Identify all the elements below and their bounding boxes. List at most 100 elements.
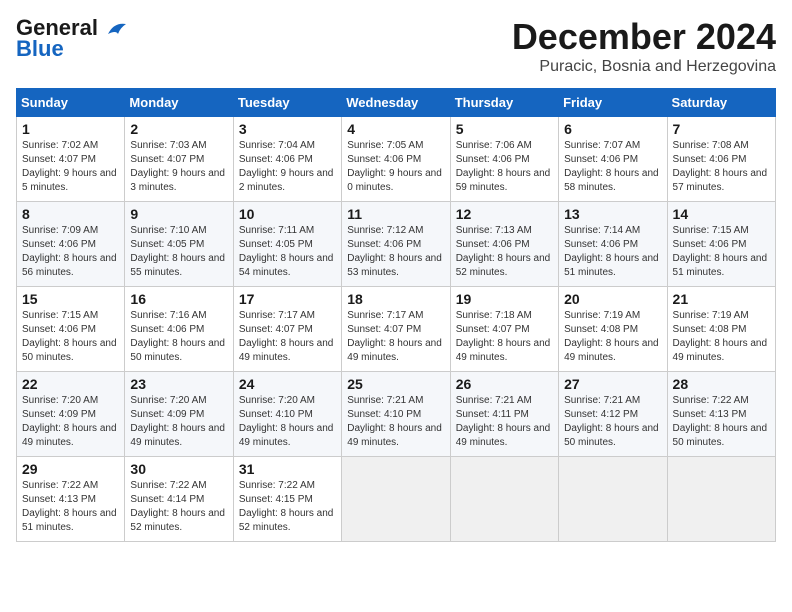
calendar-cell: 29 Sunrise: 7:22 AM Sunset: 4:13 PM Dayl… [17, 457, 125, 542]
day-number: 19 [456, 291, 553, 307]
week-row-3: 15 Sunrise: 7:15 AM Sunset: 4:06 PM Dayl… [17, 287, 776, 372]
calendar-cell: 9 Sunrise: 7:10 AM Sunset: 4:05 PM Dayli… [125, 202, 233, 287]
day-info: Sunrise: 7:06 AM Sunset: 4:06 PM Dayligh… [456, 139, 553, 195]
day-number: 17 [239, 291, 336, 307]
logo-blue: Blue [16, 36, 64, 62]
day-info: Sunrise: 7:22 AM Sunset: 4:13 PM Dayligh… [22, 479, 119, 535]
day-number: 18 [347, 291, 444, 307]
day-number: 25 [347, 376, 444, 392]
day-number: 30 [130, 461, 227, 477]
calendar-cell: 15 Sunrise: 7:15 AM Sunset: 4:06 PM Dayl… [17, 287, 125, 372]
weekday-sunday: Sunday [17, 89, 125, 117]
day-number: 6 [564, 121, 661, 137]
weekday-thursday: Thursday [450, 89, 558, 117]
day-number: 4 [347, 121, 444, 137]
calendar-cell [667, 457, 775, 542]
day-number: 1 [22, 121, 119, 137]
day-number: 10 [239, 206, 336, 222]
calendar-cell [450, 457, 558, 542]
day-info: Sunrise: 7:14 AM Sunset: 4:06 PM Dayligh… [564, 224, 661, 280]
day-info: Sunrise: 7:07 AM Sunset: 4:06 PM Dayligh… [564, 139, 661, 195]
day-number: 11 [347, 206, 444, 222]
day-number: 22 [22, 376, 119, 392]
weekday-tuesday: Tuesday [233, 89, 341, 117]
calendar-cell [342, 457, 450, 542]
calendar-cell: 1 Sunrise: 7:02 AM Sunset: 4:07 PM Dayli… [17, 117, 125, 202]
day-info: Sunrise: 7:18 AM Sunset: 4:07 PM Dayligh… [456, 309, 553, 365]
weekday-friday: Friday [559, 89, 667, 117]
day-info: Sunrise: 7:05 AM Sunset: 4:06 PM Dayligh… [347, 139, 444, 195]
calendar-cell: 21 Sunrise: 7:19 AM Sunset: 4:08 PM Dayl… [667, 287, 775, 372]
calendar-cell: 26 Sunrise: 7:21 AM Sunset: 4:11 PM Dayl… [450, 372, 558, 457]
day-info: Sunrise: 7:16 AM Sunset: 4:06 PM Dayligh… [130, 309, 227, 365]
day-number: 13 [564, 206, 661, 222]
calendar-cell: 5 Sunrise: 7:06 AM Sunset: 4:06 PM Dayli… [450, 117, 558, 202]
calendar-cell: 28 Sunrise: 7:22 AM Sunset: 4:13 PM Dayl… [667, 372, 775, 457]
day-number: 27 [564, 376, 661, 392]
calendar-cell: 10 Sunrise: 7:11 AM Sunset: 4:05 PM Dayl… [233, 202, 341, 287]
calendar-cell: 7 Sunrise: 7:08 AM Sunset: 4:06 PM Dayli… [667, 117, 775, 202]
page-header: General Blue December 2024 Puracic, Bosn… [16, 16, 776, 76]
calendar-cell [559, 457, 667, 542]
calendar-cell: 3 Sunrise: 7:04 AM Sunset: 4:06 PM Dayli… [233, 117, 341, 202]
calendar-cell: 8 Sunrise: 7:09 AM Sunset: 4:06 PM Dayli… [17, 202, 125, 287]
day-number: 16 [130, 291, 227, 307]
calendar-table: SundayMondayTuesdayWednesdayThursdayFrid… [16, 88, 776, 542]
day-number: 2 [130, 121, 227, 137]
day-info: Sunrise: 7:21 AM Sunset: 4:12 PM Dayligh… [564, 394, 661, 450]
day-info: Sunrise: 7:17 AM Sunset: 4:07 PM Dayligh… [347, 309, 444, 365]
day-number: 15 [22, 291, 119, 307]
day-number: 29 [22, 461, 119, 477]
day-number: 20 [564, 291, 661, 307]
day-info: Sunrise: 7:02 AM Sunset: 4:07 PM Dayligh… [22, 139, 119, 195]
weekday-wednesday: Wednesday [342, 89, 450, 117]
weekday-saturday: Saturday [667, 89, 775, 117]
day-info: Sunrise: 7:17 AM Sunset: 4:07 PM Dayligh… [239, 309, 336, 365]
day-number: 14 [673, 206, 770, 222]
day-info: Sunrise: 7:20 AM Sunset: 4:09 PM Dayligh… [22, 394, 119, 450]
day-info: Sunrise: 7:20 AM Sunset: 4:10 PM Dayligh… [239, 394, 336, 450]
calendar-cell: 16 Sunrise: 7:16 AM Sunset: 4:06 PM Dayl… [125, 287, 233, 372]
calendar-cell: 4 Sunrise: 7:05 AM Sunset: 4:06 PM Dayli… [342, 117, 450, 202]
calendar-cell: 25 Sunrise: 7:21 AM Sunset: 4:10 PM Dayl… [342, 372, 450, 457]
day-number: 9 [130, 206, 227, 222]
day-number: 3 [239, 121, 336, 137]
day-info: Sunrise: 7:22 AM Sunset: 4:15 PM Dayligh… [239, 479, 336, 535]
calendar-cell: 20 Sunrise: 7:19 AM Sunset: 4:08 PM Dayl… [559, 287, 667, 372]
calendar-cell: 18 Sunrise: 7:17 AM Sunset: 4:07 PM Dayl… [342, 287, 450, 372]
day-info: Sunrise: 7:15 AM Sunset: 4:06 PM Dayligh… [673, 224, 770, 280]
calendar-cell: 11 Sunrise: 7:12 AM Sunset: 4:06 PM Dayl… [342, 202, 450, 287]
day-info: Sunrise: 7:12 AM Sunset: 4:06 PM Dayligh… [347, 224, 444, 280]
day-info: Sunrise: 7:22 AM Sunset: 4:13 PM Dayligh… [673, 394, 770, 450]
calendar-cell: 6 Sunrise: 7:07 AM Sunset: 4:06 PM Dayli… [559, 117, 667, 202]
calendar-cell: 22 Sunrise: 7:20 AM Sunset: 4:09 PM Dayl… [17, 372, 125, 457]
month-title: December 2024 [512, 16, 776, 58]
calendar-cell: 23 Sunrise: 7:20 AM Sunset: 4:09 PM Dayl… [125, 372, 233, 457]
day-number: 5 [456, 121, 553, 137]
day-number: 24 [239, 376, 336, 392]
day-info: Sunrise: 7:03 AM Sunset: 4:07 PM Dayligh… [130, 139, 227, 195]
logo-bird-icon [106, 20, 128, 38]
week-row-4: 22 Sunrise: 7:20 AM Sunset: 4:09 PM Dayl… [17, 372, 776, 457]
title-section: December 2024 Puracic, Bosnia and Herzeg… [512, 16, 776, 76]
logo: General Blue [16, 16, 128, 62]
location-title: Puracic, Bosnia and Herzegovina [512, 58, 776, 76]
day-info: Sunrise: 7:19 AM Sunset: 4:08 PM Dayligh… [564, 309, 661, 365]
day-info: Sunrise: 7:19 AM Sunset: 4:08 PM Dayligh… [673, 309, 770, 365]
day-info: Sunrise: 7:22 AM Sunset: 4:14 PM Dayligh… [130, 479, 227, 535]
day-number: 28 [673, 376, 770, 392]
calendar-cell: 24 Sunrise: 7:20 AM Sunset: 4:10 PM Dayl… [233, 372, 341, 457]
week-row-2: 8 Sunrise: 7:09 AM Sunset: 4:06 PM Dayli… [17, 202, 776, 287]
day-number: 23 [130, 376, 227, 392]
day-number: 12 [456, 206, 553, 222]
day-info: Sunrise: 7:08 AM Sunset: 4:06 PM Dayligh… [673, 139, 770, 195]
calendar-cell: 12 Sunrise: 7:13 AM Sunset: 4:06 PM Dayl… [450, 202, 558, 287]
day-info: Sunrise: 7:15 AM Sunset: 4:06 PM Dayligh… [22, 309, 119, 365]
weekday-monday: Monday [125, 89, 233, 117]
week-row-1: 1 Sunrise: 7:02 AM Sunset: 4:07 PM Dayli… [17, 117, 776, 202]
day-info: Sunrise: 7:20 AM Sunset: 4:09 PM Dayligh… [130, 394, 227, 450]
day-info: Sunrise: 7:21 AM Sunset: 4:10 PM Dayligh… [347, 394, 444, 450]
day-info: Sunrise: 7:13 AM Sunset: 4:06 PM Dayligh… [456, 224, 553, 280]
day-number: 26 [456, 376, 553, 392]
day-info: Sunrise: 7:09 AM Sunset: 4:06 PM Dayligh… [22, 224, 119, 280]
